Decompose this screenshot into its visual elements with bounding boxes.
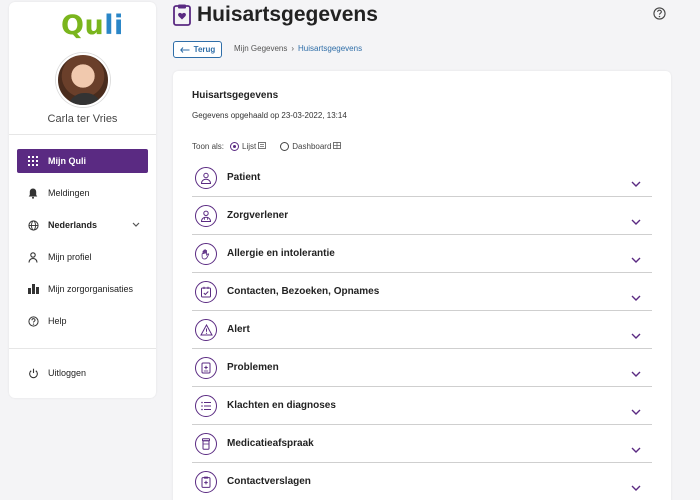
chevron-down-icon[interactable] [631, 250, 641, 268]
accordion-item-klachten[interactable]: Klachten en diagnoses [192, 387, 652, 425]
accordion-label: Zorgverlener [227, 210, 289, 221]
accordion-item-alert[interactable]: Alert [192, 311, 652, 349]
building-icon [26, 282, 40, 296]
warning-icon [195, 318, 217, 341]
logout-label: Uitloggen [48, 368, 87, 378]
view-option-dashboard[interactable]: Dashboard [292, 142, 331, 151]
sidebar-item-label: Help [48, 316, 67, 326]
accordion-label: Klachten en diagnoses [227, 400, 336, 411]
medical-file-icon [195, 356, 217, 379]
divider [9, 348, 156, 349]
sidebar-item-nederlands[interactable]: Nederlands [17, 209, 148, 241]
help-icon[interactable] [653, 7, 666, 25]
calendar-check-icon [195, 280, 217, 303]
clipboard-heart-icon [173, 4, 191, 31]
accordion-label: Allergie en intolerantie [227, 248, 335, 259]
chevron-down-icon[interactable] [631, 364, 641, 382]
accordion-item-problemen[interactable]: Problemen [192, 349, 652, 387]
quli-logo[interactable]: Quli [61, 10, 124, 41]
view-toggle: Toon als: Lijst Dashboard [192, 142, 342, 151]
sidebar-item-meldingen[interactable]: Meldingen [17, 177, 148, 209]
fetched-timestamp: Gegevens opgehaald op 23-03-2022, 13:14 [192, 111, 347, 120]
chevron-down-icon[interactable] [631, 174, 641, 192]
arrow-left-icon [179, 46, 190, 53]
user-icon [26, 250, 40, 264]
person-icon [195, 166, 217, 189]
divider [9, 134, 156, 135]
sidebar-item-label: Nederlands [48, 220, 98, 230]
power-icon [26, 366, 40, 380]
breadcrumb: Mijn Gegevens › Huisartsgegevens [234, 44, 362, 53]
radio-list[interactable] [230, 142, 240, 151]
avatar [56, 53, 110, 107]
hand-icon [195, 242, 217, 265]
sidebar-item-mijn-quli[interactable]: Mijn Quli [17, 149, 148, 173]
view-label: Toon als: [192, 142, 225, 151]
chevron-right-icon: › [291, 44, 295, 53]
radio-dashboard[interactable] [280, 142, 290, 151]
list-icon [195, 394, 217, 417]
chevron-down-icon[interactable] [631, 402, 641, 420]
chevron-down-icon[interactable] [631, 440, 641, 458]
sidebar-item-label: Meldingen [48, 188, 90, 198]
back-label: Terug [193, 45, 216, 54]
chevron-down-icon[interactable] [631, 478, 641, 496]
accordion-label: Contacten, Bezoeken, Opnames [227, 286, 380, 297]
card-title: Huisartsgegevens [192, 90, 279, 101]
sidebar: Quli Carla ter Vries Mijn Quli Meldingen… [9, 2, 156, 398]
help-icon [26, 314, 40, 328]
main-card: Huisartsgegevens Gegevens opgehaald op 2… [173, 71, 671, 500]
accordion-item-medicatieafspraak[interactable]: Medicatieafspraak [192, 425, 652, 463]
accordion-list: Patient Zorgverlener Allergie en intoler… [192, 159, 652, 500]
accordion-label: Medicatieafspraak [227, 438, 314, 449]
page-title: Huisartsgegevens [197, 3, 378, 26]
chevron-down-icon [132, 219, 140, 229]
accordion-label: Problemen [227, 362, 279, 373]
dashboard-view-icon [333, 142, 342, 151]
sidebar-item-help[interactable]: Help [17, 305, 148, 337]
sidebar-nav: Mijn Quli Meldingen Nederlands Mijn prof… [17, 149, 148, 337]
accordion-item-zorgverlener[interactable]: Zorgverlener [192, 197, 652, 235]
grid-icon [26, 154, 40, 168]
doctor-icon [195, 204, 217, 227]
sidebar-item-mijn-zorgorganisaties[interactable]: Mijn zorgorganisaties [17, 273, 148, 305]
accordion-item-allergie[interactable]: Allergie en intolerantie [192, 235, 652, 273]
sidebar-item-mijn-profiel[interactable]: Mijn profiel [17, 241, 148, 273]
profile-area: Quli Carla ter Vries [9, 2, 156, 132]
back-button[interactable]: Terug [173, 41, 222, 58]
globe-icon [26, 218, 40, 232]
accordion-item-patient[interactable]: Patient [192, 159, 652, 197]
logout-button[interactable]: Uitloggen [26, 366, 86, 380]
accordion-item-contacten[interactable]: Contacten, Bezoeken, Opnames [192, 273, 652, 311]
pill-bottle-icon [195, 432, 217, 455]
accordion-label: Alert [227, 324, 250, 335]
chevron-down-icon[interactable] [631, 326, 641, 344]
chevron-down-icon[interactable] [631, 212, 641, 230]
accordion-label: Patient [227, 172, 261, 183]
user-name: Carla ter Vries [47, 113, 118, 125]
chevron-down-icon[interactable] [631, 288, 641, 306]
sidebar-item-label: Mijn profiel [48, 252, 92, 262]
accordion-item-contactverslagen[interactable]: Contactverslagen [192, 463, 652, 500]
sidebar-item-label: Mijn Quli [48, 156, 86, 166]
breadcrumb-current: Huisartsgegevens [298, 44, 363, 53]
view-option-list[interactable]: Lijst [242, 142, 256, 151]
list-view-icon [258, 142, 267, 151]
breadcrumb-item[interactable]: Mijn Gegevens [234, 44, 287, 53]
clipboard-icon [195, 470, 217, 493]
sidebar-item-label: Mijn zorgorganisaties [48, 284, 134, 294]
accordion-label: Contactverslagen [227, 476, 311, 487]
bell-icon [26, 186, 40, 200]
